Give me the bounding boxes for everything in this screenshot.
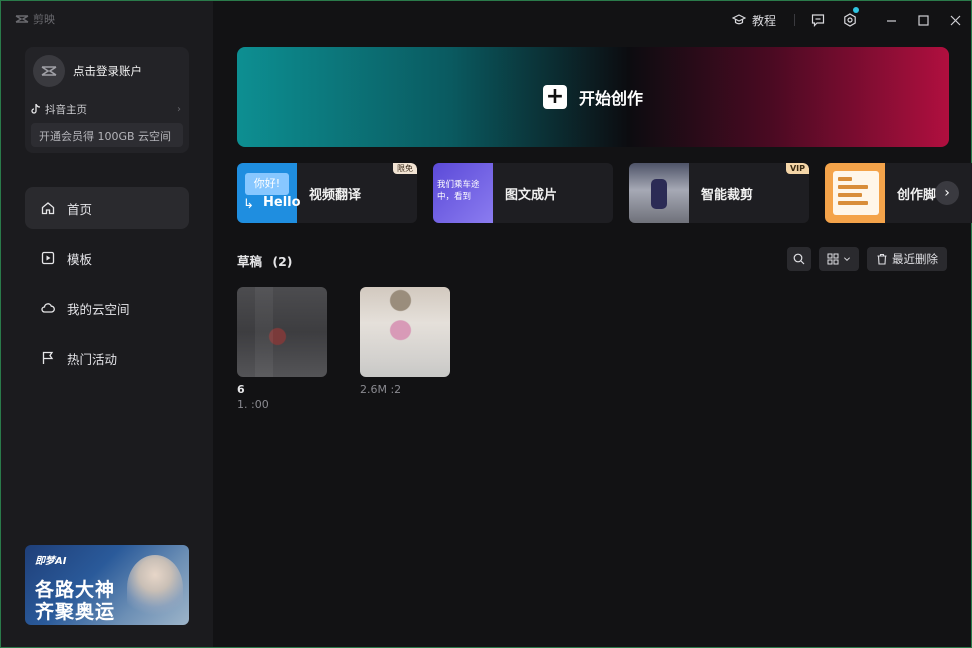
promo-figure-image: [127, 555, 183, 621]
sidebar-item-home[interactable]: 首页: [25, 187, 189, 229]
feedback-icon: [811, 14, 825, 27]
recently-deleted-label: 最近删除: [892, 252, 938, 266]
douyin-label: 抖音主页: [45, 103, 87, 116]
draft-card[interactable]: 2.6M :2: [360, 287, 470, 396]
thumb-document-image: [833, 171, 879, 215]
start-creating-label: 开始创作: [578, 89, 643, 108]
promo-banner[interactable]: 即梦AI 各路大神 齐聚奥运: [25, 545, 189, 625]
thumb-hello-text: Hello: [263, 195, 301, 210]
sidebar-item-templates[interactable]: 模板: [25, 237, 189, 279]
minimize-button[interactable]: [875, 15, 907, 26]
feedback-button[interactable]: [811, 13, 825, 27]
sidebar-item-label: 我的云空间: [67, 301, 130, 317]
tool-text-to-video[interactable]: 我们乘车途中，看到 图文成片: [433, 163, 613, 223]
settings-button[interactable]: [843, 7, 859, 27]
sidebar: 剪映 点击登录账户 抖音主页 › 开通会员得 100GB 云空间 首页 模板 我…: [1, 1, 213, 647]
drafts-count: (2): [272, 254, 293, 269]
main-panel: 教程 + 开始创作 你好! ↳ Hello 视频翻译 限免 我们乘车途中，看到 …: [213, 1, 972, 647]
sidebar-item-label: 首页: [67, 201, 93, 217]
app-window: 剪映 点击登录账户 抖音主页 › 开通会员得 100GB 云空间 首页 模板 我…: [0, 0, 972, 648]
chevron-down-icon: [844, 257, 850, 261]
start-creating-button[interactable]: + 开始创作: [237, 47, 949, 147]
draft-title: 6: [237, 383, 245, 396]
thumb-bubble-text: 你好!: [245, 173, 289, 195]
tutorial-button[interactable]: 教程: [731, 12, 776, 29]
maximize-icon: [917, 14, 929, 26]
tutorial-label: 教程: [751, 13, 776, 28]
recently-deleted-button[interactable]: 最近删除: [867, 247, 947, 271]
douyin-homepage-link[interactable]: 抖音主页 ›: [31, 101, 181, 117]
drafts-actions: 最近删除: [787, 247, 947, 271]
account-card[interactable]: 点击登录账户 抖音主页 › 开通会员得 100GB 云空间: [25, 47, 189, 153]
tool-name: 视频翻译: [309, 188, 362, 203]
tool-name: 智能裁剪: [701, 188, 754, 203]
flag-icon: [42, 351, 54, 364]
smart-crop-thumbnail: [629, 163, 689, 223]
free-badge: 限免: [393, 163, 417, 174]
notification-dot: [853, 7, 859, 13]
scroll-right-button[interactable]: ›: [935, 181, 959, 205]
app-logo-text: 剪映: [33, 13, 55, 26]
text-to-video-thumbnail: 我们乘车途中，看到: [433, 163, 493, 223]
title-bar-divider: [794, 14, 795, 26]
chevron-right-icon: ›: [177, 103, 181, 115]
creative-script-thumbnail: [825, 163, 885, 223]
template-icon: [41, 251, 55, 265]
settings-icon: [844, 13, 856, 27]
thumb-person-image: [651, 179, 667, 209]
tool-smart-crop[interactable]: 智能裁剪 VIP: [629, 163, 809, 223]
close-button[interactable]: [939, 15, 971, 26]
view-mode-dropdown[interactable]: [819, 247, 859, 271]
draft-thumbnail[interactable]: [360, 287, 450, 377]
avatar[interactable]: [33, 55, 65, 87]
title-bar: 教程: [731, 7, 971, 31]
sidebar-item-label: 模板: [67, 251, 93, 267]
draft-meta: 2.6M :2: [360, 383, 402, 396]
sidebar-item-cloud[interactable]: 我的云空间: [25, 287, 189, 329]
promo-headline-2: 齐聚奥运: [35, 601, 116, 623]
drafts-title: 草稿: [237, 254, 263, 269]
sidebar-item-label: 热门活动: [67, 351, 118, 367]
search-icon: [793, 253, 805, 265]
capcut-avatar-icon: [41, 66, 57, 76]
minimize-icon: [886, 19, 896, 22]
draft-card[interactable]: 6 1. :00: [237, 287, 347, 411]
app-logo: 剪映: [15, 11, 55, 27]
vip-upgrade-banner[interactable]: 开通会员得 100GB 云空间: [31, 123, 183, 147]
login-link[interactable]: 点击登录账户: [73, 63, 142, 79]
drafts-header: 草稿 (2): [237, 251, 293, 270]
chevron-right-icon: ›: [944, 185, 950, 201]
draft-thumbnail[interactable]: [237, 287, 327, 377]
video-translate-thumbnail: 你好! ↳ Hello: [237, 163, 301, 223]
tool-video-translate[interactable]: 你好! ↳ Hello 视频翻译 限免: [237, 163, 417, 223]
trash-icon: [877, 253, 887, 265]
cloud-icon: [41, 303, 55, 313]
close-icon: [950, 15, 960, 25]
sidebar-nav: 首页 模板 我的云空间 热门活动: [25, 187, 189, 387]
tool-name: 图文成片: [505, 188, 558, 203]
plus-icon: +: [542, 85, 567, 109]
arrow-icon: ↳: [243, 197, 254, 212]
capcut-logo-icon: [15, 15, 29, 23]
sidebar-item-events[interactable]: 热门活动: [25, 337, 189, 379]
search-button[interactable]: [787, 247, 811, 271]
draft-meta: 1. :00: [237, 398, 269, 411]
grid-view-icon: [827, 253, 839, 265]
vip-badge: VIP: [785, 163, 809, 174]
quick-tools-row: 你好! ↳ Hello 视频翻译 限免 我们乘车途中，看到 图文成片 智能裁剪 …: [237, 163, 972, 223]
home-icon: [41, 202, 55, 215]
graduation-cap-icon: [731, 14, 746, 25]
promo-brand: 即梦AI: [35, 556, 67, 567]
maximize-button[interactable]: [907, 14, 939, 26]
douyin-icon: [31, 104, 41, 114]
